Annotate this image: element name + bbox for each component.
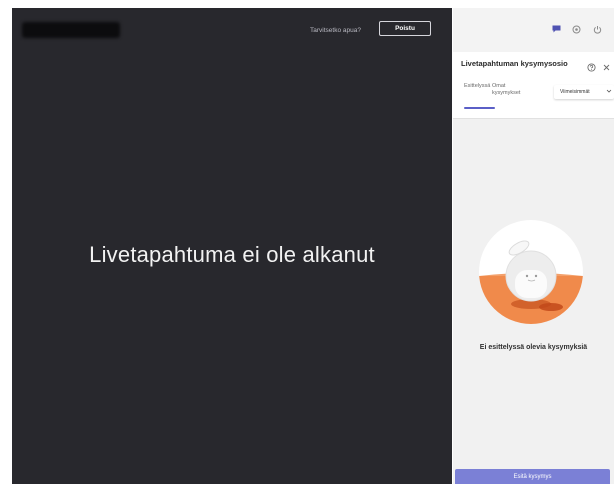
qa-panel: Livetapahtuman kysymysosio Esittelyssä O…: [453, 8, 614, 484]
chevron-down-icon: [606, 88, 612, 96]
sort-selected-value: Viimeisimmät: [560, 89, 590, 95]
settings-icon[interactable]: [571, 24, 581, 34]
qa-header: Livetapahtuman kysymysosio Esittelyssä O…: [453, 52, 614, 119]
empty-state-illustration: [479, 220, 583, 329]
panel-title: Livetapahtuman kysymysosio: [461, 59, 568, 68]
ask-question-button[interactable]: Esitä kysymys: [455, 469, 610, 484]
empty-state-message: Ei esittelyssä olevia kysymyksiä: [479, 344, 588, 351]
active-tab-indicator: [464, 107, 495, 109]
panel-toolbar: [453, 8, 614, 52]
tab-featured[interactable]: Esittelyssä: [464, 83, 490, 90]
power-icon[interactable]: [592, 24, 602, 34]
sort-dropdown[interactable]: Viimeisimmät: [554, 85, 614, 99]
leave-button[interactable]: Poistu: [379, 21, 431, 36]
tab-my-questions[interactable]: Omat kysymykset: [492, 83, 522, 97]
chat-icon[interactable]: [551, 24, 561, 34]
redacted-logo: [22, 22, 120, 38]
help-icon[interactable]: [586, 62, 596, 72]
live-event-window: Tarvitsetko apua? Poistu Livetapahtuma e…: [12, 8, 614, 484]
help-link[interactable]: Tarvitsetko apua?: [310, 27, 361, 34]
close-icon[interactable]: [601, 62, 611, 72]
event-status-message: Livetapahtuma ei ole alkanut: [89, 242, 375, 267]
event-stage: Tarvitsetko apua? Poistu Livetapahtuma e…: [12, 8, 452, 484]
